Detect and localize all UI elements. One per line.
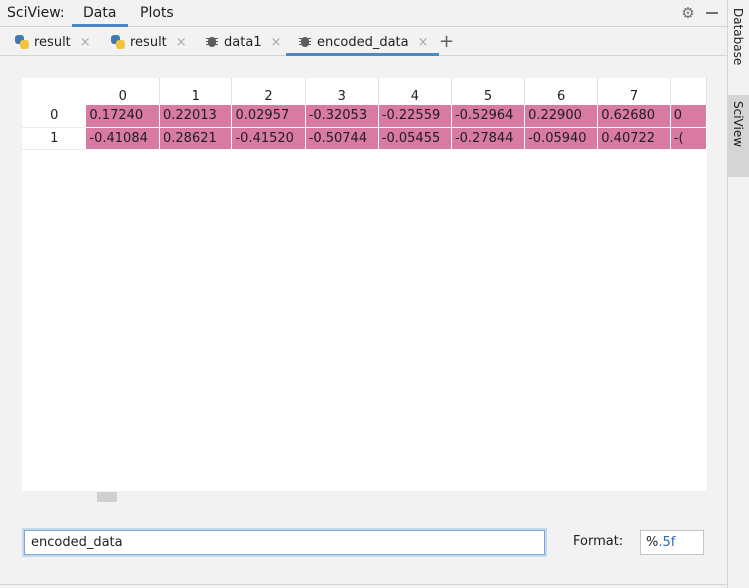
column-header[interactable]: 7 [597,78,671,105]
table-cell[interactable]: 0.17240 [86,105,161,128]
data-table: 0 1 2 3 4 5 6 7 0 0.17240 0.22013 0.0295… [22,78,707,150]
table-header-row: 0 1 2 3 4 5 6 7 [22,78,707,105]
python-icon [15,35,29,49]
bug-icon [298,35,312,49]
table-cell[interactable]: -0.22559 [378,105,452,128]
sciview-title: SciView: [7,5,65,21]
horizontal-scrollbar[interactable] [22,491,707,503]
gear-icon[interactable]: ⚙ [680,5,696,21]
row-header[interactable]: 0 [22,105,87,128]
editor-tabs: result × result × data1 × encoded_data ×… [0,28,727,56]
column-header[interactable]: 3 [305,78,379,105]
table-cell[interactable]: -( [670,127,707,150]
data-viewer: 0 1 2 3 4 5 6 7 0 0.17240 0.22013 0.0295… [0,57,727,588]
python-icon [111,35,125,49]
editor-tab-data1[interactable]: data1 × [205,28,281,56]
tool-tab-sciview[interactable]: SciView [728,95,749,177]
bug-icon [205,35,219,49]
table-cell[interactable]: 0.02957 [231,105,306,128]
table-cell[interactable]: -0.05455 [378,127,452,150]
close-icon[interactable]: × [418,35,429,50]
table-row: 0 0.17240 0.22013 0.02957 -0.32053 -0.22… [22,105,707,128]
tab-data[interactable]: Data [83,5,116,21]
table-cell[interactable]: 0 [670,105,707,128]
format-input[interactable]: %.5f [640,530,704,555]
sciview-header: SciView: Data Plots ⚙ [0,0,727,27]
column-header[interactable]: 0 [86,78,161,105]
corner-cell [22,78,86,105]
sciview-tab-label: SciView [731,101,745,148]
table-row: 1 -0.41084 0.28621 -0.41520 -0.50744 -0.… [22,127,707,150]
table-cell[interactable]: -0.41520 [231,127,306,150]
tab-plots[interactable]: Plots [140,5,174,21]
editor-tab-label: data1 [224,34,262,50]
tab-data-indicator [72,24,128,27]
table-cell[interactable]: 0.22013 [159,105,233,128]
column-header[interactable]: 2 [231,78,306,105]
editor-tab-encoded-data[interactable]: encoded_data × [286,28,439,56]
table-cell[interactable]: -0.41084 [86,127,161,150]
format-spec: .5f [658,535,676,550]
editor-tab-result-2[interactable]: result × [111,28,187,56]
table-cell[interactable]: 0.62680 [597,105,671,128]
table-cell[interactable]: 0.28621 [159,127,233,150]
close-icon[interactable]: × [271,35,282,50]
close-icon[interactable]: × [80,35,91,50]
close-icon[interactable]: × [176,35,187,50]
format-percent: % [646,535,659,550]
table-cell[interactable]: -0.27844 [451,127,526,150]
editor-tab-result-1[interactable]: result × [15,28,91,56]
row-header[interactable]: 1 [22,127,87,150]
tool-tab-database[interactable]: Database [728,2,749,88]
table-cell[interactable]: 0.22900 [524,105,599,128]
column-header[interactable]: 1 [159,78,233,105]
table-cell[interactable]: -0.50744 [305,127,379,150]
scrollbar-thumb[interactable] [97,492,117,502]
database-tab-label: Database [731,8,745,66]
table-cell[interactable]: -0.05940 [524,127,599,150]
data-grid[interactable]: 0 1 2 3 4 5 6 7 0 0.17240 0.22013 0.0295… [22,78,707,491]
table-cell[interactable]: -0.32053 [305,105,379,128]
expression-input[interactable] [22,528,547,557]
editor-tab-label: result [34,34,71,50]
divider [0,584,727,585]
table-cell[interactable]: 0.40722 [597,127,671,150]
column-header[interactable]: 6 [524,78,599,105]
add-tab-button[interactable]: + [439,31,454,52]
column-header[interactable]: 5 [451,78,526,105]
format-label: Format: [573,534,624,549]
column-header[interactable]: 4 [378,78,452,105]
right-tool-strip: Database SciView [727,0,749,588]
editor-tab-label: encoded_data [317,34,409,50]
table-cell[interactable]: -0.52964 [451,105,526,128]
minimize-icon[interactable] [706,12,718,14]
editor-tab-label: result [130,34,167,50]
column-header[interactable] [670,78,707,105]
